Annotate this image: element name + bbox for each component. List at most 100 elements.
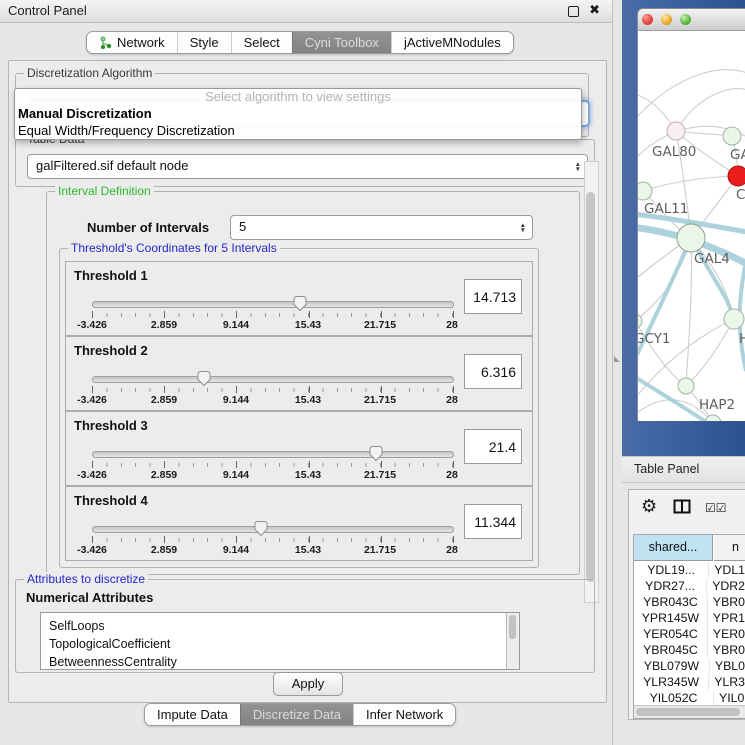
threshold-value-field[interactable]: 6.316 [464, 354, 522, 389]
scrollbar-thumb[interactable] [586, 192, 595, 582]
tab-impute-data[interactable]: Impute Data [145, 704, 240, 725]
table-row[interactable]: YDR27...YDR2 [634, 578, 745, 594]
cell-shared-name[interactable]: YDR27... [634, 578, 707, 594]
slider-thumb[interactable] [254, 520, 269, 537]
interval-definition-group: Interval Definition Number of Intervals … [46, 191, 580, 575]
network-canvas[interactable]: GAL80 GAL C GAL11 GAL4 GCY1 H HAP2 [638, 31, 745, 421]
network-node-gal80[interactable] [667, 122, 685, 140]
cell-shared-name[interactable]: YPR145W [634, 610, 708, 626]
tab-label: Network [117, 35, 165, 50]
table-row[interactable]: YLR345WYLR3 [634, 674, 745, 690]
slider-thumb[interactable] [292, 295, 307, 312]
tab-discretize-data[interactable]: Discretize Data [240, 704, 353, 725]
cell-name[interactable]: YLR3 [709, 674, 745, 690]
node-attribute-table[interactable]: shared... n YDL19...YDL1YDR27...YDR2YBR0… [633, 534, 745, 719]
table-row[interactable]: YIL052CYIL0 [634, 690, 745, 706]
tab-network[interactable]: Network [87, 32, 177, 53]
table-data-combobox[interactable]: galFiltered.sif default node ▲▼ [27, 154, 588, 179]
panel-resize-handle[interactable] [614, 356, 620, 362]
tab-style[interactable]: Style [177, 32, 231, 53]
cell-shared-name[interactable]: YIL052C [634, 690, 714, 706]
slider-track[interactable] [92, 451, 454, 458]
network-node-gal4[interactable] [677, 224, 705, 252]
table-row[interactable]: YPR145WYPR1 [634, 610, 745, 626]
numerical-attributes-list[interactable]: SelfLoopsTopologicalCoefficientBetweenne… [40, 612, 520, 670]
threshold-slider[interactable]: -3.4262.8599.14415.4321.71528 [92, 294, 452, 332]
cell-name[interactable]: YDR2 [707, 578, 745, 594]
dropdown-option-equal-width[interactable]: Equal Width/Frequency Discretization [15, 122, 581, 139]
slider-tick-labels: -3.4262.8599.14415.4321.71528 [92, 544, 452, 556]
threshold-slider[interactable]: -3.4262.8599.14415.4321.71528 [92, 369, 452, 407]
node-label-gal11: GAL11 [644, 201, 688, 217]
network-node-h[interactable] [724, 309, 744, 329]
slider-track[interactable] [92, 526, 454, 533]
network-window-titlebar[interactable] [638, 9, 745, 31]
number-of-intervals-combobox[interactable]: 5 ▲▼ [230, 215, 533, 240]
list-item[interactable]: BetweennessCentrality [41, 653, 519, 670]
cell-name[interactable]: YIL0 [714, 690, 744, 706]
tab-jactivemnodules[interactable]: jActiveMNodules [391, 32, 513, 53]
cell-name[interactable]: YER0 [708, 626, 745, 642]
scrollbar-thumb[interactable] [509, 615, 516, 639]
close-icon[interactable]: ✖ [589, 2, 600, 18]
scrollbar-thumb[interactable] [636, 708, 740, 716]
cell-shared-name[interactable]: YLR345W [634, 674, 709, 690]
network-node-red-selected[interactable] [728, 166, 745, 186]
tab-select[interactable]: Select [231, 32, 292, 53]
slider-thumb[interactable] [369, 445, 384, 462]
node-label-gal-right: GAL [730, 147, 745, 163]
table-horizontal-scrollbar[interactable] [634, 705, 745, 718]
network-window[interactable]: GAL80 GAL C GAL11 GAL4 GCY1 H HAP2 [637, 8, 745, 421]
cell-shared-name[interactable]: YDL19... [634, 562, 709, 578]
dropdown-option-manual[interactable]: Manual Discretization [15, 105, 581, 122]
cell-name[interactable]: YPR1 [708, 610, 745, 626]
threshold-value-field[interactable]: 21.4 [464, 429, 522, 464]
combo-value: 5 [239, 219, 246, 234]
cell-name[interactable]: YBL0 [710, 658, 745, 674]
slider-track[interactable] [92, 376, 454, 383]
cell-name[interactable]: YBR0 [708, 642, 745, 658]
table-row[interactable]: YER054CYER0 [634, 626, 745, 642]
network-node-gal11[interactable] [638, 182, 652, 200]
network-node-hap2[interactable] [678, 378, 694, 394]
zoom-traffic-light-icon[interactable] [680, 14, 691, 25]
slider-track[interactable] [92, 301, 454, 308]
cell-shared-name[interactable]: YBL079W [634, 658, 710, 674]
list-vertical-scrollbar[interactable] [506, 613, 519, 669]
tab-cyni-toolbox[interactable]: Cyni Toolbox [292, 32, 391, 53]
slider-thumb[interactable] [196, 370, 211, 387]
cell-shared-name[interactable]: YER054C [634, 626, 708, 642]
bottom-tab-bar: Impute Data Discretize Data Infer Networ… [144, 703, 456, 726]
cell-shared-name[interactable]: YBR045C [634, 642, 708, 658]
threshold-slider[interactable]: -3.4262.8599.14415.4321.71528 [92, 444, 452, 482]
cell-name[interactable]: YDL1 [709, 562, 745, 578]
apply-button[interactable]: Apply [273, 672, 343, 696]
table-row[interactable]: YBL079WYBL0 [634, 658, 745, 674]
network-node-gal-right[interactable] [723, 127, 741, 145]
settings-vertical-scrollbar[interactable] [584, 161, 599, 603]
cyni-toolbox-panel: Discretization Algorithm Select algorith… [8, 60, 607, 703]
minimize-traffic-light-icon[interactable] [661, 14, 672, 25]
split-columns-icon[interactable] [673, 499, 691, 519]
column-header-name[interactable]: n [714, 535, 745, 561]
gear-icon[interactable]: ⚙ [641, 496, 657, 517]
list-item[interactable]: SelfLoops [41, 617, 519, 635]
column-header-shared-name[interactable]: shared... [634, 535, 713, 561]
table-row[interactable]: YBR043CYBR0 [634, 594, 745, 610]
network-node-bottom[interactable] [705, 415, 721, 421]
cell-shared-name[interactable]: YBR043C [634, 594, 708, 610]
table-panel-titlebar: Table Panel [622, 456, 745, 483]
tab-infer-network[interactable]: Infer Network [353, 704, 455, 725]
close-traffic-light-icon[interactable] [642, 14, 653, 25]
threshold-value-field[interactable]: 11.344 [464, 504, 522, 539]
threshold-label: Threshold 2 [74, 343, 148, 358]
table-row[interactable]: YBR045CYBR0 [634, 642, 745, 658]
threshold-value-field[interactable]: 14.713 [464, 279, 522, 314]
list-item[interactable]: TopologicalCoefficient [41, 635, 519, 653]
cell-name[interactable]: YBR0 [708, 594, 745, 610]
threshold-slider[interactable]: -3.4262.8599.14415.4321.71528 [92, 519, 452, 557]
dropdown-prompt-item[interactable]: Select algorithm to view settings [15, 89, 581, 105]
table-row[interactable]: YDL19...YDL1 [634, 562, 745, 578]
select-columns-checkboxes-icon[interactable]: ☑☑ [705, 501, 727, 515]
float-window-icon[interactable] [568, 6, 579, 17]
